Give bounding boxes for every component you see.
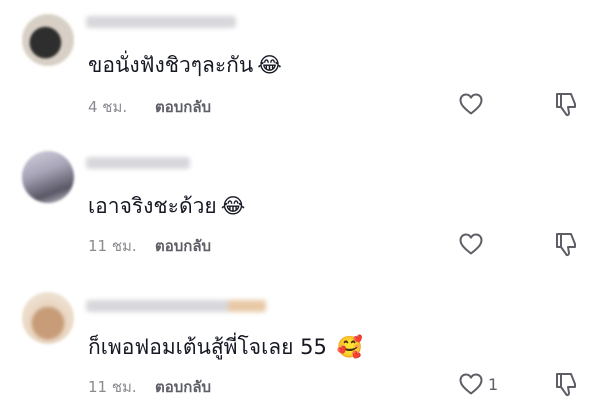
heart-icon	[459, 233, 483, 255]
comment-text: เอาจริงชะด้วย 😂	[88, 193, 245, 219]
like-button[interactable]	[458, 90, 488, 118]
reply-button[interactable]: ตอบกลับ	[155, 234, 211, 258]
comment-text-content: เอาจริงชะด้วย	[88, 194, 217, 218]
comment-item: ขอนั่งฟังชิวๆละกัน 😂 4 ชม. ตอบกลับ	[0, 0, 600, 137]
avatar[interactable]	[22, 151, 74, 203]
username-blurred[interactable]	[86, 157, 190, 169]
comment-item: เอาจริงชะด้วย 😂 11 ชม. ตอบกลับ	[0, 137, 600, 274]
like-button[interactable]	[458, 230, 488, 258]
comment-text-content: ขอนั่งฟังชิวๆละกัน	[88, 53, 254, 77]
comment-text-content: ก็เพอฟอมเต้นสู้พี่โจเลย 55	[88, 335, 327, 359]
avatar[interactable]	[22, 292, 74, 344]
like-count: 1	[488, 374, 499, 394]
laughing-tears-emoji: 😂	[257, 53, 282, 77]
comment-text: ขอนั่งฟังชิวๆละกัน 😂	[88, 52, 282, 78]
username-blurred[interactable]	[86, 16, 236, 28]
comment-item: ก็เพอฟอมเต้นสู้พี่โจเลย 55 🥰 11 ชม. ตอบกล…	[0, 274, 600, 411]
reply-button[interactable]: ตอบกลับ	[155, 375, 211, 399]
comment-text: ก็เพอฟอมเต้นสู้พี่โจเลย 55 🥰	[88, 334, 363, 360]
heart-icon	[459, 93, 483, 115]
thumbs-down-icon[interactable]	[552, 90, 580, 118]
heart-icon	[459, 373, 483, 395]
laughing-tears-emoji: 😂	[220, 194, 246, 218]
comment-timestamp: 11 ชม.	[88, 237, 137, 255]
smiling-hearts-emoji: 🥰	[336, 335, 363, 359]
avatar[interactable]	[22, 14, 74, 66]
comment-timestamp: 11 ชม.	[88, 378, 137, 396]
thumbs-down-icon[interactable]	[552, 230, 580, 258]
reply-button[interactable]: ตอบกลับ	[155, 95, 211, 119]
comment-timestamp: 4 ชม.	[88, 98, 128, 116]
thumbs-down-icon[interactable]	[552, 370, 580, 398]
like-button[interactable]: 1	[458, 370, 506, 398]
username-blurred[interactable]	[86, 300, 266, 312]
